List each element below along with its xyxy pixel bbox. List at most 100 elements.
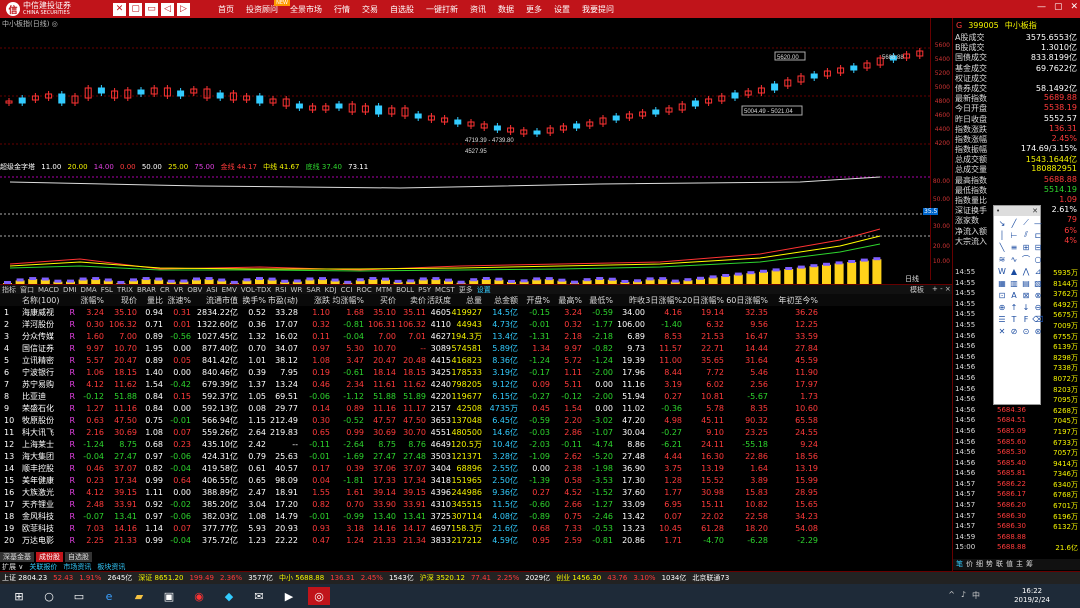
index-status-item[interactable]: 深证 8651.20 xyxy=(138,573,183,583)
table-header-cell[interactable]: 换手% xyxy=(242,295,266,306)
table-header-cell[interactable]: 现价 xyxy=(121,295,137,306)
drawing-tool-icon[interactable]: │ xyxy=(997,230,1007,240)
indicator-tab[interactable]: FSL xyxy=(101,286,113,294)
table-header-cell[interactable]: 量比 xyxy=(147,295,163,306)
detail-tab[interactable]: 联 xyxy=(996,559,1003,570)
panel-close-buttons[interactable]: + - × xyxy=(932,285,951,293)
drawing-tool-icon[interactable]: ▲ xyxy=(1009,266,1019,276)
table-header-cell[interactable]: 涨幅% xyxy=(80,295,104,306)
drawing-tool-icon[interactable]: T xyxy=(1009,314,1019,324)
window-nav-button[interactable]: ▭ xyxy=(145,2,158,16)
drawing-tool-icon[interactable]: ⌒ xyxy=(1021,254,1031,264)
indicator-tab[interactable]: VOL-TDX xyxy=(241,286,271,294)
trading-app-icon[interactable]: ◎ xyxy=(308,587,330,605)
detail-tab[interactable]: 笔 xyxy=(956,559,963,570)
table-header-cell[interactable]: 开盘% xyxy=(526,295,550,306)
table-row[interactable]: 8 比亚迪 R -0.12 51.88 0.84 0.15 592.37亿 1.05 69.51 -… xyxy=(0,390,952,402)
table-header-cell[interactable]: 名称(100) xyxy=(22,295,60,306)
qq-icon[interactable]: ◆ xyxy=(218,587,240,605)
drawing-tool-icon[interactable]: ↑ xyxy=(1009,302,1019,312)
sheet-tab[interactable]: 深基金基 xyxy=(0,552,34,562)
indicator-tab[interactable]: TRIX xyxy=(117,286,133,294)
drawing-tool-icon[interactable]: ⟋ xyxy=(1021,218,1031,228)
drawing-tool-icon[interactable]: F xyxy=(1021,314,1031,324)
table-header-cell[interactable]: 涨跌 xyxy=(314,295,330,306)
indicator-tab[interactable]: CR xyxy=(160,286,170,294)
table-row[interactable]: 12 上海莱士 R -1.24 8.75 0.68 0.23 435.10亿 2.42 -- -0.… xyxy=(0,438,952,450)
table-row[interactable]: 19 欧菲科技 R 7.03 14.16 1.14 0.07 377.77亿 5.93 20.93… xyxy=(0,522,952,534)
drawing-tool-icon[interactable]: ⫽ xyxy=(1021,230,1031,240)
table-row[interactable]: 3 分众传媒 R 1.60 7.00 0.89 -0.56 1027.45亿 1.32 16.02… xyxy=(0,330,952,342)
link-item[interactable]: 板块资讯 xyxy=(97,562,125,572)
table-header-cell[interactable]: 总量 xyxy=(466,295,482,306)
index-status-item[interactable]: 北京联通73 xyxy=(692,573,729,583)
task-view-icon[interactable]: ▭ xyxy=(68,587,90,605)
table-row[interactable]: 5 立讯精密 R 5.57 20.47 0.89 0.05 841.42亿 1.01 38.12 1… xyxy=(0,354,952,366)
drawing-tool-icon[interactable]: ⊏ xyxy=(1033,230,1043,240)
drawing-tool-icon[interactable]: ⌫ xyxy=(1032,314,1043,324)
menu-item[interactable]: 我要提问 xyxy=(576,4,620,15)
index-status-item[interactable]: 沪深 3520.12 xyxy=(420,573,465,583)
window-nav-button[interactable]: ✕ xyxy=(113,2,126,16)
index-status-item[interactable]: 中小 5688.88 xyxy=(279,573,324,583)
table-row[interactable]: 4 国信证券 R 9.97 10.70 1.95 0.00 877.40亿 0.70 34.07 0… xyxy=(0,342,952,354)
table-row[interactable]: 7 苏宁易购 R 4.12 11.62 1.54 -0.42 679.39亿 1.37 13.24… xyxy=(0,378,952,390)
indicator-tab[interactable]: 指标 xyxy=(2,285,16,295)
drawing-tools-palette[interactable]: • ✕ ↘ ╱ ⟋ — │ ⊢ ⫽ ⊏ ╲ ≡ ⊞ ⊟ ≋ ∿ ⌒ ○ W ▲ ⋀ ⊿ ▦ ▥ ▤ ▧ ⊡ A ⊠ ⊗ ⊕ ↑ ↓ ⊖ ☰ T F ⌫ ✕… xyxy=(993,205,1044,405)
file-explorer-icon[interactable]: ▰ xyxy=(128,587,150,605)
table-header-cell[interactable]: 流通市值 xyxy=(206,295,238,306)
drawing-tool-icon[interactable]: ○ xyxy=(1033,254,1043,264)
drawing-tool-icon[interactable]: ⊿ xyxy=(1033,266,1043,276)
drawing-tool-icon[interactable]: ⊕ xyxy=(997,302,1007,312)
indicator-tab[interactable]: BRAR xyxy=(137,286,156,294)
indicator-tab[interactable]: MTM xyxy=(376,286,392,294)
table-header-cell[interactable]: 均涨幅% xyxy=(332,295,364,306)
drawing-tool-icon[interactable]: ∿ xyxy=(1009,254,1019,264)
indicator-tab[interactable]: ROC xyxy=(356,286,371,294)
drawing-tool-icon[interactable]: ▦ xyxy=(997,278,1007,288)
table-header-cell[interactable]: 市盈(动) xyxy=(268,295,298,306)
menu-item[interactable]: 交易 xyxy=(356,4,384,15)
drawing-tool-icon[interactable]: W xyxy=(997,266,1007,276)
table-header-cell[interactable]: 卖价 xyxy=(410,295,426,306)
minimize-button[interactable]: — xyxy=(1037,2,1046,12)
table-header-cell[interactable]: 买价 xyxy=(380,295,396,306)
table-header-cell[interactable]: 总金额 xyxy=(494,295,518,306)
drawing-tool-icon[interactable]: ╲ xyxy=(997,242,1007,252)
drawing-tool-icon[interactable]: ▤ xyxy=(1021,278,1031,288)
menu-item[interactable]: 行情 xyxy=(328,4,356,15)
indicator-tab[interactable]: KDJ xyxy=(325,286,337,294)
menu-item[interactable]: 数据 xyxy=(492,4,520,15)
indicator-tab[interactable]: 设置 xyxy=(477,285,491,295)
detail-tab[interactable]: 主 xyxy=(1016,559,1023,570)
indicator-tab[interactable]: BOLL xyxy=(396,286,414,294)
table-header-cell[interactable]: 最高% xyxy=(558,295,582,306)
drawing-tool-icon[interactable]: ⊠ xyxy=(1021,290,1031,300)
table-header-cell[interactable]: 活跃度 xyxy=(427,295,451,306)
detail-tab[interactable]: 细 xyxy=(976,559,983,570)
indicator-tab[interactable]: MACD xyxy=(38,286,59,294)
indicator-tab[interactable]: MCST xyxy=(435,286,455,294)
table-row[interactable]: 17 天齐锂业 R 2.48 33.91 0.92 -0.02 385.20亿 3.04 17.2… xyxy=(0,498,952,510)
ime-icon[interactable]: 中 xyxy=(972,590,980,601)
window-nav-button[interactable]: ▷ xyxy=(177,2,190,16)
drawing-tool-icon[interactable]: ⊞ xyxy=(1021,242,1031,252)
video-icon[interactable]: ▶ xyxy=(278,587,300,605)
drawing-tool-icon[interactable]: ⊖ xyxy=(1033,302,1043,312)
link-item[interactable]: 关联报价 xyxy=(29,562,57,572)
table-header-cell[interactable]: 昨收 xyxy=(629,295,645,306)
chrome-icon[interactable]: ◉ xyxy=(188,587,210,605)
chart-area[interactable]: 中小板指(日线) ◎ 5620.00 5688.88 5004.49 - 5021.… xyxy=(0,18,952,291)
table-header-cell[interactable]: 年初至今% xyxy=(778,295,818,306)
start-icon[interactable]: ⊞ xyxy=(8,587,30,605)
drawing-tool-icon[interactable]: ⊟ xyxy=(1033,242,1043,252)
table-row[interactable]: 6 宁波银行 R 1.06 18.15 1.40 0.00 840.46亿 0.39 7.95 0.… xyxy=(0,366,952,378)
day-label[interactable]: 日线 xyxy=(905,274,919,284)
indicator-tab[interactable]: OBV xyxy=(187,286,202,294)
table-row[interactable]: 13 海大集团 R -0.04 27.47 0.97 -0.06 424.31亿 0.79 25.… xyxy=(0,450,952,462)
table-row[interactable]: 10 牧原股份 R 0.63 47.50 0.75 -0.01 566.94亿 1.15 212.… xyxy=(0,414,952,426)
menu-item[interactable]: 设置 xyxy=(548,4,576,15)
index-status-item[interactable]: 创业 1456.30 xyxy=(556,573,601,583)
volume-icon[interactable]: ♪ xyxy=(961,590,966,601)
indicator-tab[interactable]: EMV xyxy=(222,286,237,294)
